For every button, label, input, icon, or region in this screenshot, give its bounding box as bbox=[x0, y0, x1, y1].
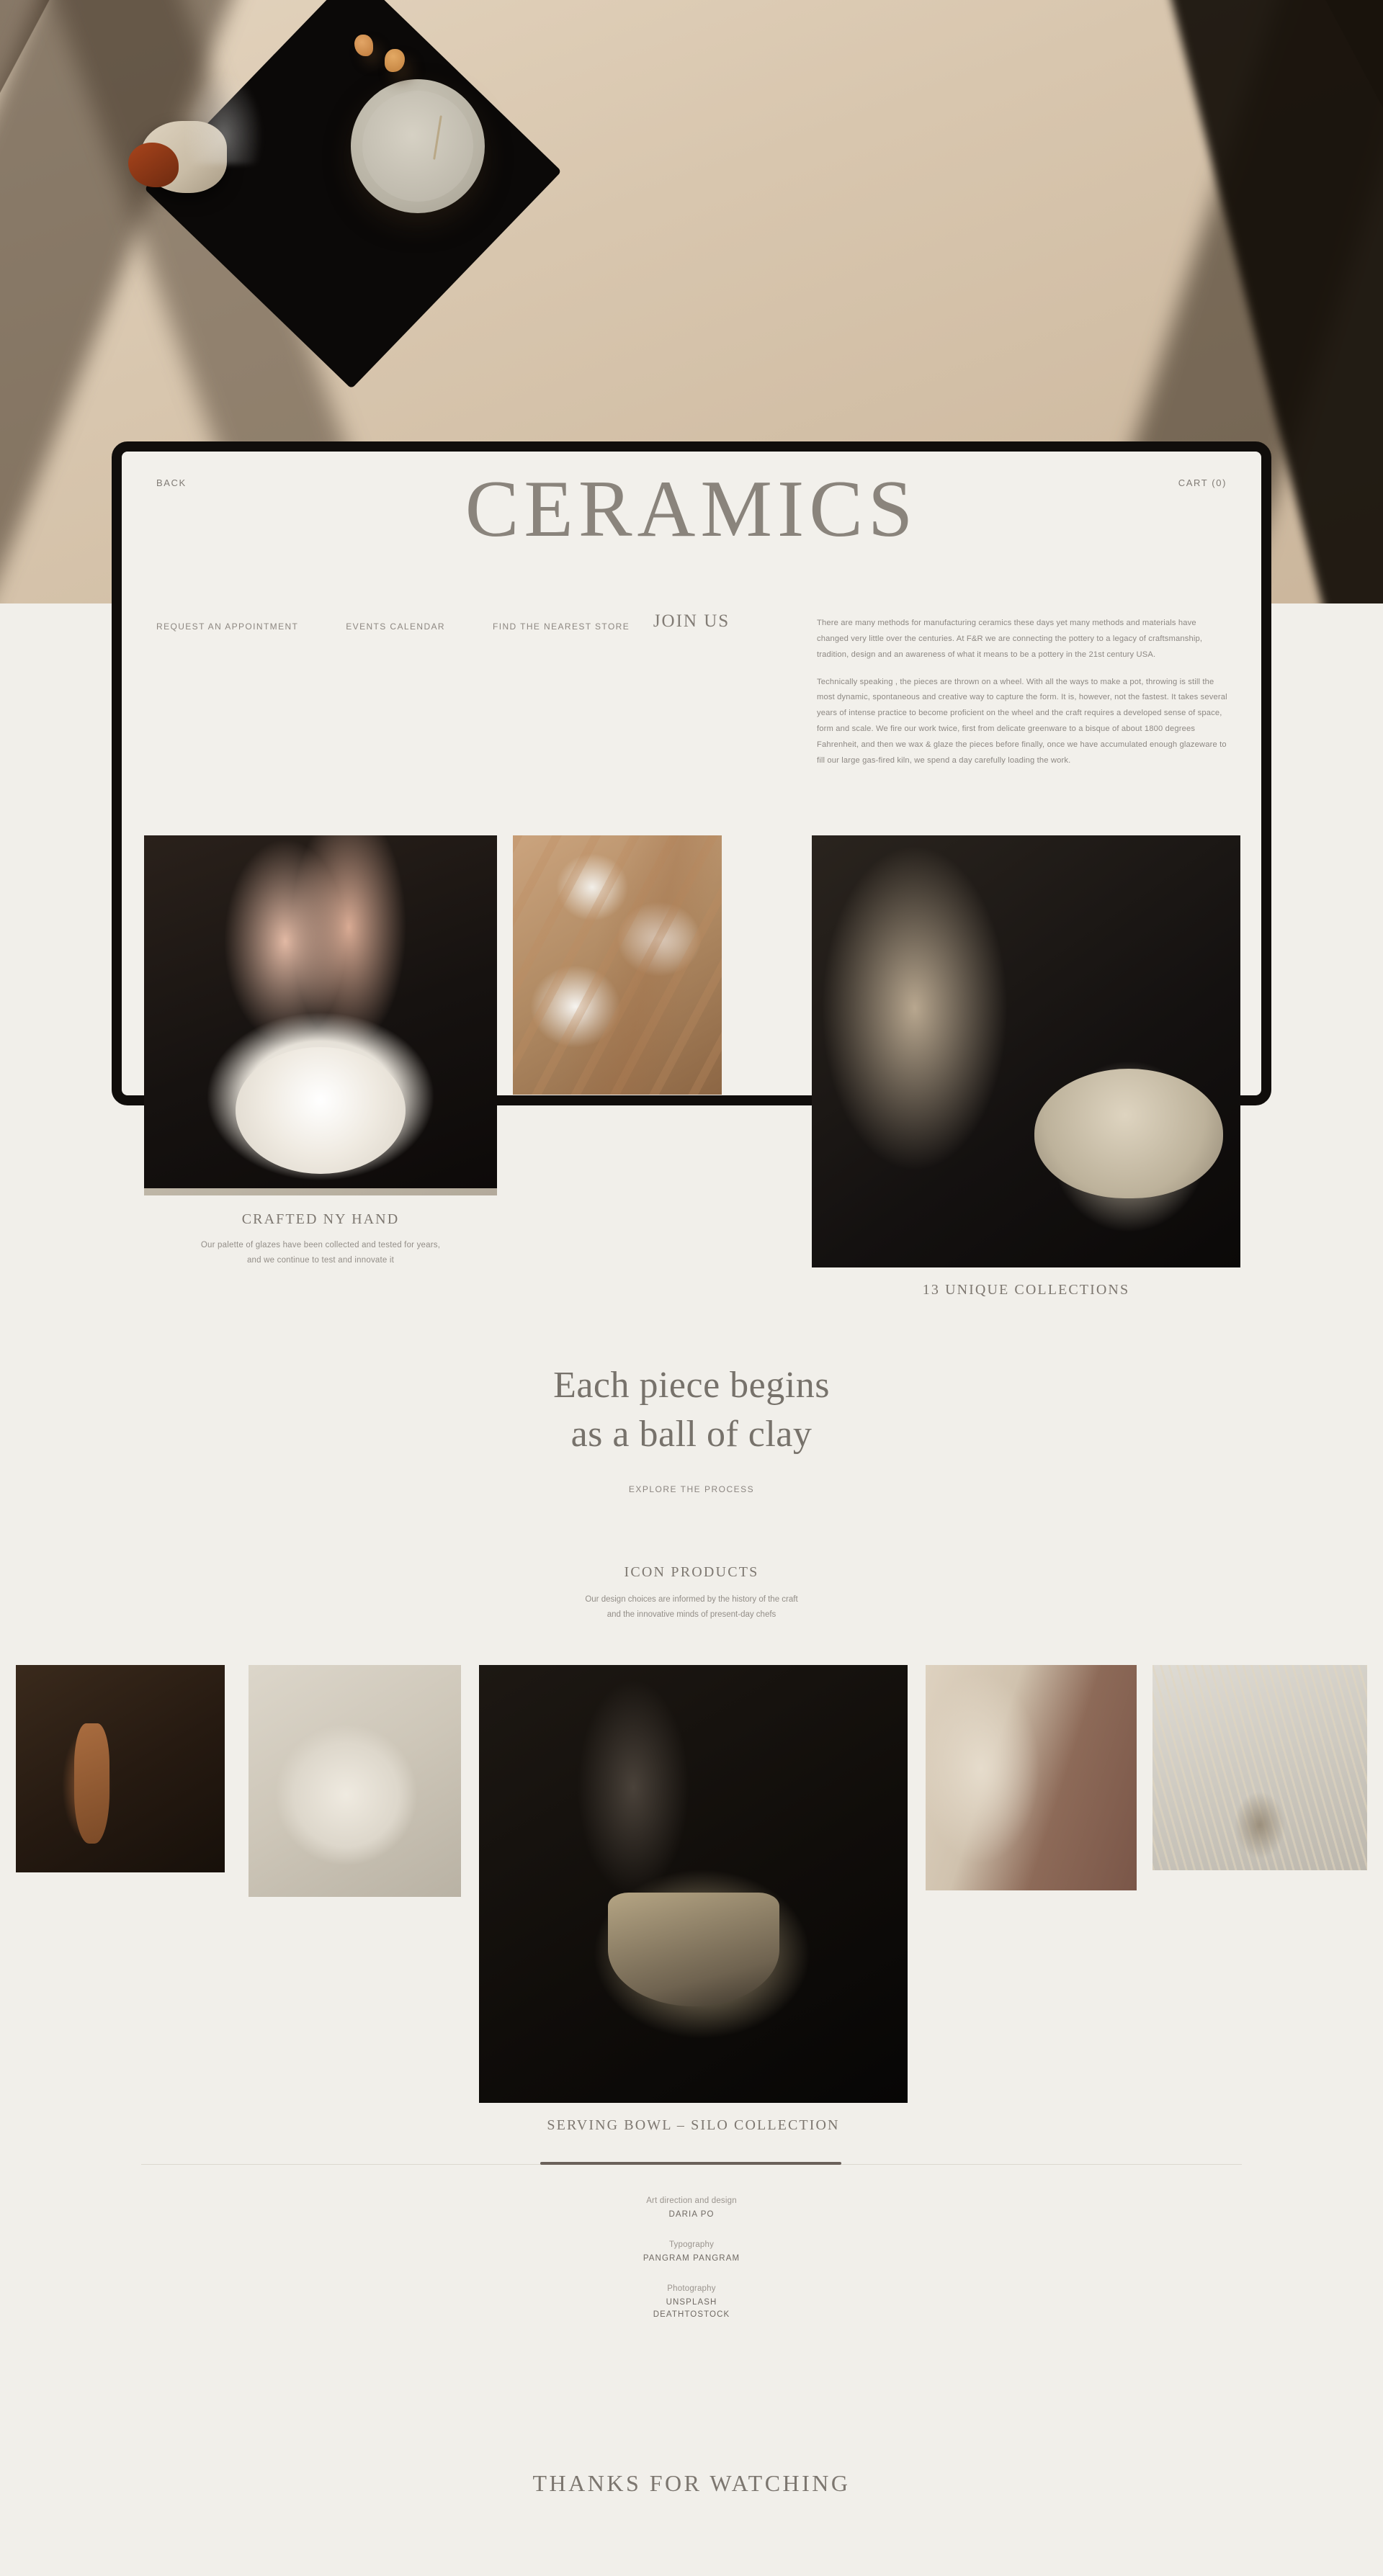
credit-role-typography: Typography bbox=[668, 2240, 715, 2249]
product-gallery-item-plate[interactable] bbox=[249, 1665, 461, 1897]
credit-group-photography: Photography UNSPLASH DEATHTOSTOCK bbox=[0, 2284, 1383, 2319]
credit-role-photography: Photography bbox=[667, 2284, 716, 2293]
explore-process-link[interactable]: EXPLORE THE PROCESS bbox=[0, 1484, 1383, 1494]
product-image-vessel[interactable] bbox=[812, 835, 1240, 1267]
ceramic-plate-photo bbox=[249, 1665, 461, 1897]
clay-sculpture-photo bbox=[926, 1665, 1137, 1890]
credit-group-typography: Typography PANGRAM PANGRAM bbox=[0, 2240, 1383, 2263]
product-gallery-item-sculpture[interactable] bbox=[926, 1665, 1137, 1890]
icon-products-title: ICON PRODUCTS bbox=[624, 1564, 759, 1580]
intro-paragraph-2: Technically speaking , the pieces are th… bbox=[817, 677, 1227, 765]
stoneware-cup-photo bbox=[812, 835, 1240, 1267]
product-gallery-item-vase[interactable] bbox=[1152, 1665, 1367, 1870]
icon-products-sub-line-1: Our design choices are informed by the h… bbox=[585, 1595, 798, 1604]
hero-ceramic-plate bbox=[351, 79, 485, 213]
serving-bowl-caption: SERVING BOWL – SILO COLLECTION bbox=[479, 2117, 908, 2134]
credit-name-pangram-pangram: PANGRAM PANGRAM bbox=[643, 2254, 740, 2263]
intro-paragraph-1: There are many methods for manufacturing… bbox=[817, 619, 1203, 659]
credit-role-art-direction: Art direction and design bbox=[646, 2196, 737, 2205]
product-gallery-item-serving-bowl[interactable] bbox=[479, 1665, 908, 2103]
potter-hands-photo bbox=[144, 835, 497, 1188]
process-image-hands[interactable] bbox=[144, 835, 497, 1188]
statement-line-1: Each piece begins bbox=[553, 1365, 830, 1406]
page-title: CERAMICS bbox=[465, 465, 918, 554]
hero-smoke bbox=[184, 71, 263, 164]
dried-palm-vase-photo bbox=[1152, 1665, 1367, 1870]
serving-bowl-photo bbox=[479, 1665, 908, 2103]
credit-name-unsplash: UNSPLASH bbox=[666, 2298, 717, 2307]
process-image-shelf[interactable] bbox=[513, 835, 722, 1095]
hero-resin-piece-1 bbox=[354, 35, 373, 56]
crafted-sub-line-2: and we continue to test and innovate it bbox=[246, 1256, 395, 1265]
credit-name-daria-po: DARIA PO bbox=[668, 2210, 715, 2219]
wooden-jug-photo bbox=[16, 1665, 225, 1872]
collections-caption-title: 13 UNIQUE COLLECTIONS bbox=[922, 1282, 1130, 1298]
drying-pots-photo bbox=[513, 835, 722, 1095]
credit-group-art-direction: Art direction and design DARIA PO bbox=[0, 2196, 1383, 2219]
icon-products-header: ICON PRODUCTS Our design choices are inf… bbox=[0, 1564, 1383, 1623]
gallery-scroll-thumb[interactable] bbox=[540, 2162, 841, 2165]
crafted-caption-subtitle: Our palette of glazes have been collecte… bbox=[144, 1238, 497, 1269]
crafted-caption-title: CRAFTED NY HAND bbox=[241, 1211, 400, 1227]
statement-section: Each piece begins as a ball of clay EXPL… bbox=[0, 1361, 1383, 1494]
credit-name-deathtostock: DEATHTOSTOCK bbox=[653, 2310, 730, 2319]
thanks-for-watching: THANKS FOR WATCHING bbox=[532, 2470, 851, 2496]
intro-copy: There are many methods for manufacturing… bbox=[817, 616, 1227, 769]
collections-caption: 13 UNIQUE COLLECTIONS bbox=[812, 1282, 1240, 1298]
icon-products-sub-line-2: and the innovative minds of present-day … bbox=[607, 1610, 776, 1620]
serving-bowl-caption-title: SERVING BOWL – SILO COLLECTION bbox=[547, 2117, 840, 2133]
crafted-caption: CRAFTED NY HAND Our palette of glazes ha… bbox=[144, 1211, 497, 1269]
product-gallery-item-jug[interactable] bbox=[16, 1665, 225, 1872]
statement-line-2: as a ball of clay bbox=[570, 1413, 813, 1455]
credits-section: Art direction and design DARIA PO Typogr… bbox=[0, 2196, 1383, 2341]
crafted-sub-line-1: Our palette of glazes have been collecte… bbox=[200, 1241, 441, 1249]
icon-products-subtitle: Our design choices are informed by the h… bbox=[0, 1592, 1383, 1623]
statement-heading: Each piece begins as a ball of clay bbox=[0, 1361, 1383, 1458]
